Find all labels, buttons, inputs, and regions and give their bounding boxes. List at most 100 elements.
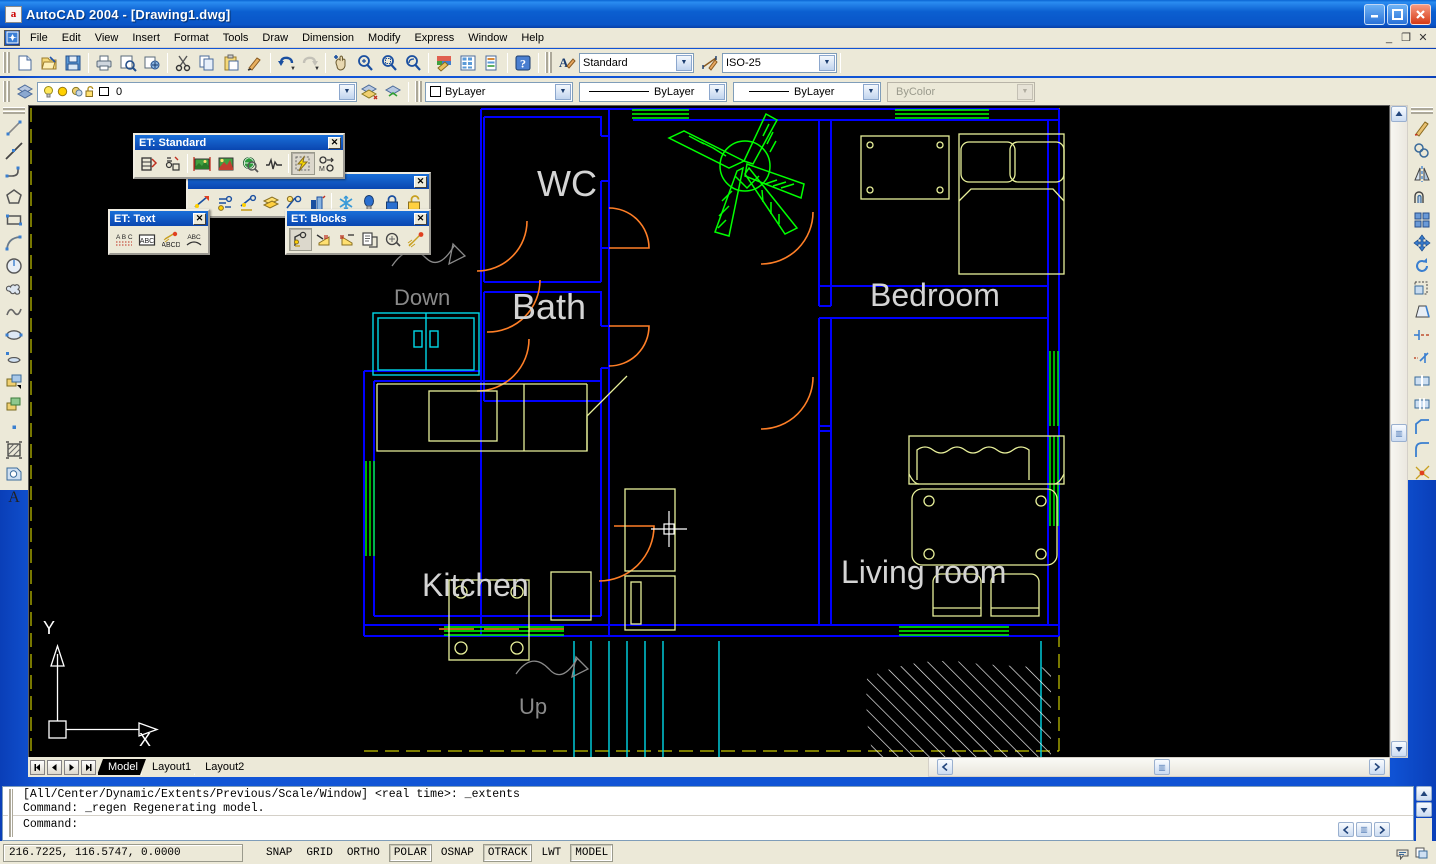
tool-palettes-icon[interactable] — [480, 51, 504, 74]
menu-file[interactable]: File — [23, 30, 55, 46]
text-frame-mask-icon[interactable]: ABC — [136, 228, 160, 251]
communication-center-icon[interactable] — [1395, 845, 1410, 860]
make-layer-current-icon[interactable] — [381, 80, 405, 103]
new-icon[interactable] — [13, 51, 37, 74]
trim-icon[interactable] — [1410, 323, 1434, 346]
zoom-window-icon[interactable] — [377, 51, 401, 74]
match-properties-icon[interactable] — [243, 51, 267, 74]
mdi-minimize-button[interactable]: _ — [1381, 31, 1397, 45]
region-icon[interactable] — [2, 461, 26, 484]
dim-style-icon[interactable] — [698, 51, 722, 74]
menu-draw[interactable]: Draw — [255, 30, 295, 46]
coordinates-display[interactable]: 216.7225, 116.5747, 0.0000 — [3, 843, 243, 862]
chevron-down-icon[interactable]: ▼ — [819, 54, 835, 71]
status-toggle-snap[interactable]: SNAP — [261, 844, 297, 862]
color-combo[interactable]: ByLayer ▼ — [425, 81, 573, 102]
status-toggle-polar[interactable]: POLAR — [388, 843, 432, 862]
menu-help[interactable]: Help — [514, 30, 551, 46]
menu-window[interactable]: Window — [461, 30, 514, 46]
dim-style-combo[interactable]: ISO-25 ▼ — [722, 52, 837, 73]
vertical-scroll-thumb[interactable]: ▥ — [1391, 424, 1407, 442]
trim-to-block-icon[interactable] — [381, 228, 404, 251]
manage-xrefs-icon[interactable] — [1414, 845, 1429, 860]
scroll-down-button[interactable] — [1391, 741, 1407, 757]
lineweight-combo[interactable]: ByLayer ▼ — [733, 81, 881, 102]
polyline-icon[interactable] — [2, 162, 26, 185]
extend-icon[interactable] — [1410, 346, 1434, 369]
close-button[interactable] — [1410, 3, 1431, 25]
next-tab-button[interactable] — [64, 759, 79, 775]
publish-icon[interactable] — [140, 51, 164, 74]
close-icon[interactable]: ✕ — [414, 212, 427, 225]
point-icon[interactable] — [2, 415, 26, 438]
flatten-icon[interactable] — [291, 152, 315, 175]
status-toggle-osnap[interactable]: OSNAP — [436, 844, 479, 862]
tab-layout1[interactable]: Layout1 — [141, 759, 199, 775]
layer-toolbar-grip[interactable] — [3, 81, 10, 102]
redo-icon[interactable]: ▼ — [298, 51, 322, 74]
chevron-down-icon[interactable]: ▼ — [555, 83, 571, 100]
arc-icon[interactable] — [2, 231, 26, 254]
arc-aligned-text-icon[interactable]: ABC — [183, 228, 207, 251]
make-block-icon[interactable] — [2, 392, 26, 415]
chamfer-icon[interactable] — [1410, 415, 1434, 438]
extended-clip-icon[interactable] — [260, 191, 283, 214]
prev-tab-button[interactable] — [47, 759, 62, 775]
move-icon[interactable] — [1410, 231, 1434, 254]
ellipse-arc-icon[interactable] — [2, 346, 26, 369]
polyline-tools-icon[interactable] — [262, 152, 286, 175]
scale-icon[interactable] — [1410, 277, 1434, 300]
mdi-close-button[interactable]: ✕ — [1415, 31, 1431, 45]
menu-modify[interactable]: Modify — [361, 30, 407, 46]
chevron-down-icon[interactable]: ▼ — [863, 83, 879, 100]
status-toggle-model[interactable]: MODEL — [570, 843, 614, 862]
first-tab-button[interactable] — [30, 759, 45, 775]
attribute-tools-icon[interactable] — [161, 152, 185, 175]
menu-insert[interactable]: Insert — [125, 30, 167, 46]
list-xref-block-icon[interactable] — [289, 228, 312, 251]
floating-toolbar-et-text[interactable]: ET: Text ✕ A B C ABC ABCD ABC — [108, 209, 210, 255]
scroll-up-button[interactable] — [1391, 106, 1407, 122]
status-toggle-otrack[interactable]: OTRACK — [482, 843, 533, 862]
layer-previous-icon[interactable] — [357, 80, 381, 103]
command-next-button[interactable] — [1374, 822, 1390, 837]
rectangle-icon[interactable] — [2, 208, 26, 231]
fillet-icon[interactable] — [1410, 438, 1434, 461]
zoom-realtime-icon[interactable] — [353, 51, 377, 74]
command-prev-button[interactable] — [1338, 822, 1354, 837]
extend-to-block-icon[interactable] — [404, 228, 427, 251]
chevron-down-icon[interactable]: ▼ — [676, 54, 692, 71]
explode-attributes-icon[interactable] — [335, 228, 358, 251]
pan-realtime-icon[interactable] — [329, 51, 353, 74]
undo-icon[interactable]: ▼ — [274, 51, 298, 74]
offset-icon[interactable] — [1410, 185, 1434, 208]
mdi-restore-button[interactable]: ❐ — [1398, 31, 1414, 45]
status-toggle-ortho[interactable]: ORTHO — [342, 844, 385, 862]
copy-object-icon[interactable] — [1410, 139, 1434, 162]
convert-shape-to-block-icon[interactable] — [312, 228, 335, 251]
horizontal-scroll-thumb[interactable]: ▥ — [1154, 759, 1170, 775]
remote-text-icon[interactable]: A B C — [112, 228, 136, 251]
command-prompt[interactable]: Command: — [3, 815, 1413, 831]
scroll-right-button[interactable] — [1369, 759, 1385, 775]
stretch-icon[interactable] — [1410, 300, 1434, 323]
open-icon[interactable] — [37, 51, 61, 74]
polygon-icon[interactable] — [2, 185, 26, 208]
break-icon[interactable] — [1410, 392, 1434, 415]
cut-icon[interactable] — [171, 51, 195, 74]
close-icon[interactable]: ✕ — [193, 212, 206, 225]
menu-edit[interactable]: Edit — [55, 30, 88, 46]
close-icon[interactable]: ✕ — [414, 175, 427, 188]
last-tab-button[interactable] — [81, 759, 96, 775]
text-style-icon[interactable]: A — [555, 51, 579, 74]
explode-icon[interactable] — [1410, 461, 1434, 484]
rotate-icon[interactable] — [1410, 254, 1434, 277]
properties-icon[interactable] — [432, 51, 456, 74]
properties-toolbar-grip[interactable] — [415, 81, 422, 102]
modify-toolbar-grip[interactable] — [1411, 107, 1433, 114]
help-icon[interactable]: ? — [511, 51, 535, 74]
command-scroll-up-button[interactable] — [1416, 786, 1432, 801]
hatch-icon[interactable] — [2, 438, 26, 461]
insert-block-icon[interactable] — [2, 369, 26, 392]
command-window[interactable]: [All/Center/Dynamic/Extents/Previous/Sca… — [2, 786, 1414, 841]
